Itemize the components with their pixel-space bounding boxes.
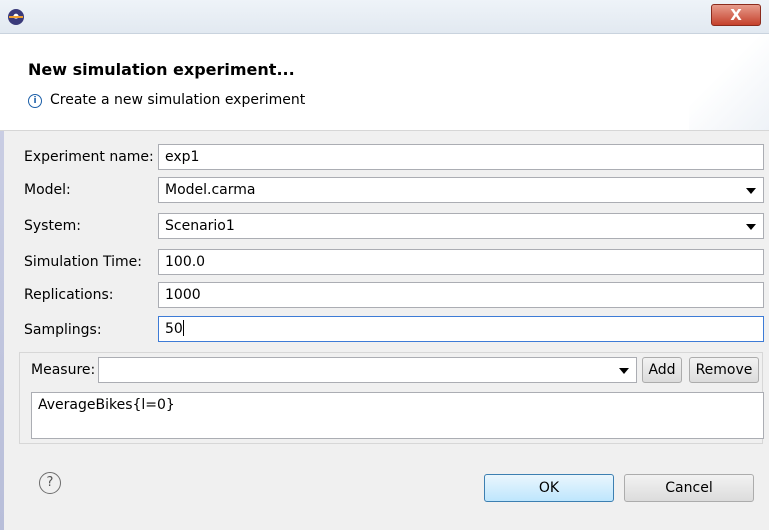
cancel-button[interactable]: Cancel xyxy=(624,474,754,502)
model-label: Model: xyxy=(24,182,71,198)
dialog-message-text: Create a new simulation experiment xyxy=(50,92,306,108)
measure-select[interactable] xyxy=(98,357,637,383)
samplings-value: 50 xyxy=(165,321,183,337)
system-select[interactable]: Scenario1 xyxy=(158,213,764,239)
replications-label: Replications: xyxy=(24,287,114,303)
window-edge xyxy=(0,130,4,530)
dialog-header: New simulation experiment... i Create a n… xyxy=(0,34,769,131)
simulation-time-label: Simulation Time: xyxy=(24,254,143,270)
chevron-down-icon[interactable] xyxy=(619,368,629,374)
remove-measure-button[interactable]: Remove xyxy=(689,357,759,383)
samplings-input[interactable]: 50 xyxy=(158,316,764,342)
help-icon[interactable]: ? xyxy=(39,472,61,494)
header-banner xyxy=(689,34,769,130)
replications-input[interactable]: 1000 xyxy=(158,282,764,308)
model-select[interactable]: Model.carma xyxy=(158,177,764,203)
experiment-name-label: Experiment name: xyxy=(24,149,154,165)
chevron-down-icon[interactable] xyxy=(746,224,756,230)
measure-list[interactable]: AverageBikes{l=0} xyxy=(31,392,764,439)
ok-button[interactable]: OK xyxy=(484,474,614,502)
close-button[interactable]: X xyxy=(711,4,761,26)
dialog-title: New simulation experiment... xyxy=(28,60,295,79)
chevron-down-icon[interactable] xyxy=(746,188,756,194)
text-cursor xyxy=(182,320,184,336)
system-select-value: Scenario1 xyxy=(165,218,235,234)
simulation-time-input[interactable]: 100.0 xyxy=(158,249,764,275)
eclipse-icon xyxy=(8,9,24,25)
measure-label: Measure: xyxy=(31,362,96,378)
info-icon: i xyxy=(28,94,42,108)
model-select-value: Model.carma xyxy=(165,182,256,198)
samplings-label: Samplings: xyxy=(24,322,102,338)
title-bar: X xyxy=(0,0,769,34)
list-item[interactable]: AverageBikes{l=0} xyxy=(38,397,757,413)
experiment-name-input[interactable]: exp1 xyxy=(158,144,764,170)
add-measure-button[interactable]: Add xyxy=(642,357,682,383)
system-label: System: xyxy=(24,218,81,234)
dialog-message: i Create a new simulation experiment xyxy=(28,92,305,108)
